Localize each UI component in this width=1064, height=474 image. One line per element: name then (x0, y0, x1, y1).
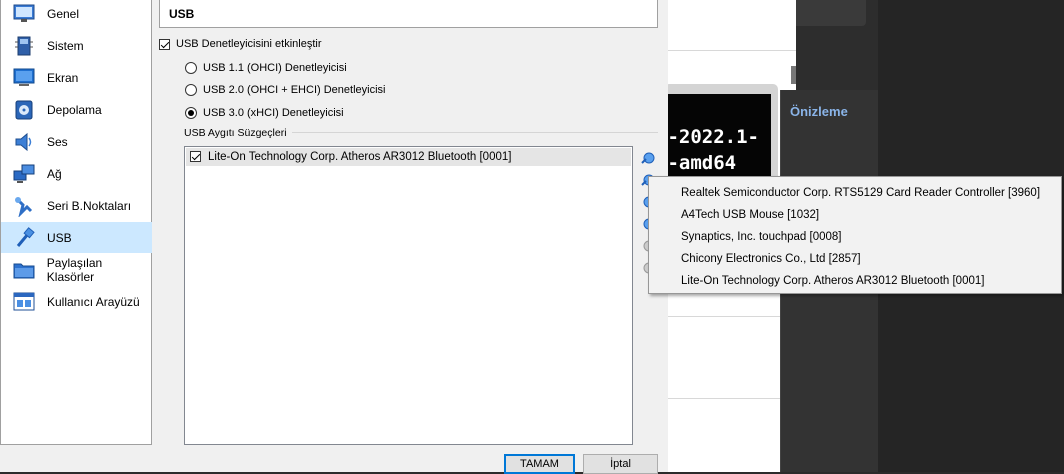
filter-checkbox[interactable] (190, 151, 201, 162)
sidebar-item-label: Sistem (47, 38, 84, 53)
ok-button[interactable]: TAMAM (504, 454, 575, 474)
list-item[interactable]: Lite-On Technology Corp. Atheros AR3012 … (186, 148, 631, 166)
folder-icon (12, 258, 36, 282)
sidebar-item-label: Ses (47, 134, 68, 149)
preview-line: x-2022.1- (668, 126, 759, 148)
sidebar-item-label: Seri B.Noktaları (47, 198, 132, 213)
usb-device-menu: Realtek Semiconductor Corp. RTS5129 Card… (648, 176, 1062, 294)
usb11-radio[interactable] (185, 62, 197, 74)
cancel-button[interactable]: İptal (583, 454, 658, 474)
display-icon (12, 66, 36, 90)
network-icon (12, 162, 36, 186)
preview-line: x-amd64 (668, 152, 737, 174)
usb-filters-heading: USB Aygıtı Süzgeçleri (184, 127, 287, 139)
sidebar-item-serial-ports[interactable]: Seri B.Noktaları (1, 190, 152, 221)
sidebar-item-shared-folders[interactable]: Paylaşılan Klasörler (1, 254, 152, 285)
divider (668, 50, 796, 51)
sidebar-item-user-interface[interactable]: Kullanıcı Arayüzü (1, 286, 152, 317)
sidebar-item-general[interactable]: Genel (1, 0, 152, 29)
divider (668, 398, 796, 399)
sidebar-item-label: Genel (47, 6, 80, 21)
group-divider (292, 132, 658, 133)
sidebar-item-label: Paylaşılan Klasörler (46, 255, 103, 284)
usb-icon (12, 226, 36, 250)
sidebar-item-label: Ağ (47, 166, 62, 181)
window-icon (12, 290, 36, 314)
sidebar-item-network[interactable]: Ağ (1, 158, 152, 189)
usb-filter-add-icon (640, 149, 656, 168)
usb11-label: USB 1.1 (OHCI) Denetleyicisi (203, 62, 347, 74)
page-title: USB (169, 7, 195, 21)
menu-item[interactable]: Realtek Semiconductor Corp. RTS5129 Card… (681, 182, 1040, 204)
usb30-radio[interactable] (185, 107, 197, 119)
sidebar-item-audio[interactable]: Ses (1, 126, 152, 157)
add-empty-filter-button[interactable] (639, 149, 657, 167)
divider (668, 316, 796, 317)
serial-port-icon (12, 194, 36, 218)
filter-label: Lite-On Technology Corp. Atheros AR3012 … (208, 151, 512, 163)
settings-dialog: Genel Sistem Ekran Depolama Ses Ağ Seri … (0, 0, 668, 474)
sidebar-item-display[interactable]: Ekran (1, 62, 152, 93)
menu-item[interactable]: Synaptics, Inc. touchpad [0008] (681, 226, 841, 248)
sidebar-item-storage[interactable]: Depolama (1, 94, 152, 125)
preview-label: Önizleme (790, 104, 848, 119)
sidebar-item-usb[interactable]: USB (1, 222, 152, 253)
sidebar-item-system[interactable]: Sistem (1, 30, 152, 61)
page-header: USB (159, 0, 658, 28)
enable-usb-label: USB Denetleyicisini etkinleştir (176, 38, 322, 50)
disk-icon (12, 98, 36, 122)
sidebar-item-label: Kullanıcı Arayüzü (47, 294, 140, 309)
manager-toolbar-box (796, 0, 866, 26)
usb-filter-list[interactable]: Lite-On Technology Corp. Atheros AR3012 … (184, 146, 633, 445)
usb20-radio[interactable] (185, 84, 197, 96)
chip-icon (12, 34, 36, 58)
enable-usb-checkbox[interactable] (159, 39, 170, 50)
sidebar-item-label: USB (47, 230, 72, 245)
usb30-label: USB 3.0 (xHCI) Denetleyicisi (203, 107, 344, 119)
usb20-label: USB 2.0 (OHCI + EHCI) Denetleyicisi (203, 84, 386, 96)
menu-item[interactable]: Lite-On Technology Corp. Atheros AR3012 … (681, 270, 984, 292)
scrollbar-thumb[interactable] (791, 66, 796, 84)
menu-item[interactable]: A4Tech USB Mouse [1032] (681, 204, 819, 226)
speaker-icon (12, 130, 36, 154)
menu-item[interactable]: Chicony Electronics Co., Ltd [2857] (681, 248, 861, 270)
monitor-icon (12, 2, 36, 26)
sidebar-item-label: Depolama (47, 102, 102, 117)
sidebar-item-label: Ekran (47, 70, 79, 85)
settings-sidebar: Genel Sistem Ekran Depolama Ses Ağ Seri … (0, 0, 152, 445)
vm-preview-screen: x-2022.1- x-amd64 (668, 94, 771, 184)
